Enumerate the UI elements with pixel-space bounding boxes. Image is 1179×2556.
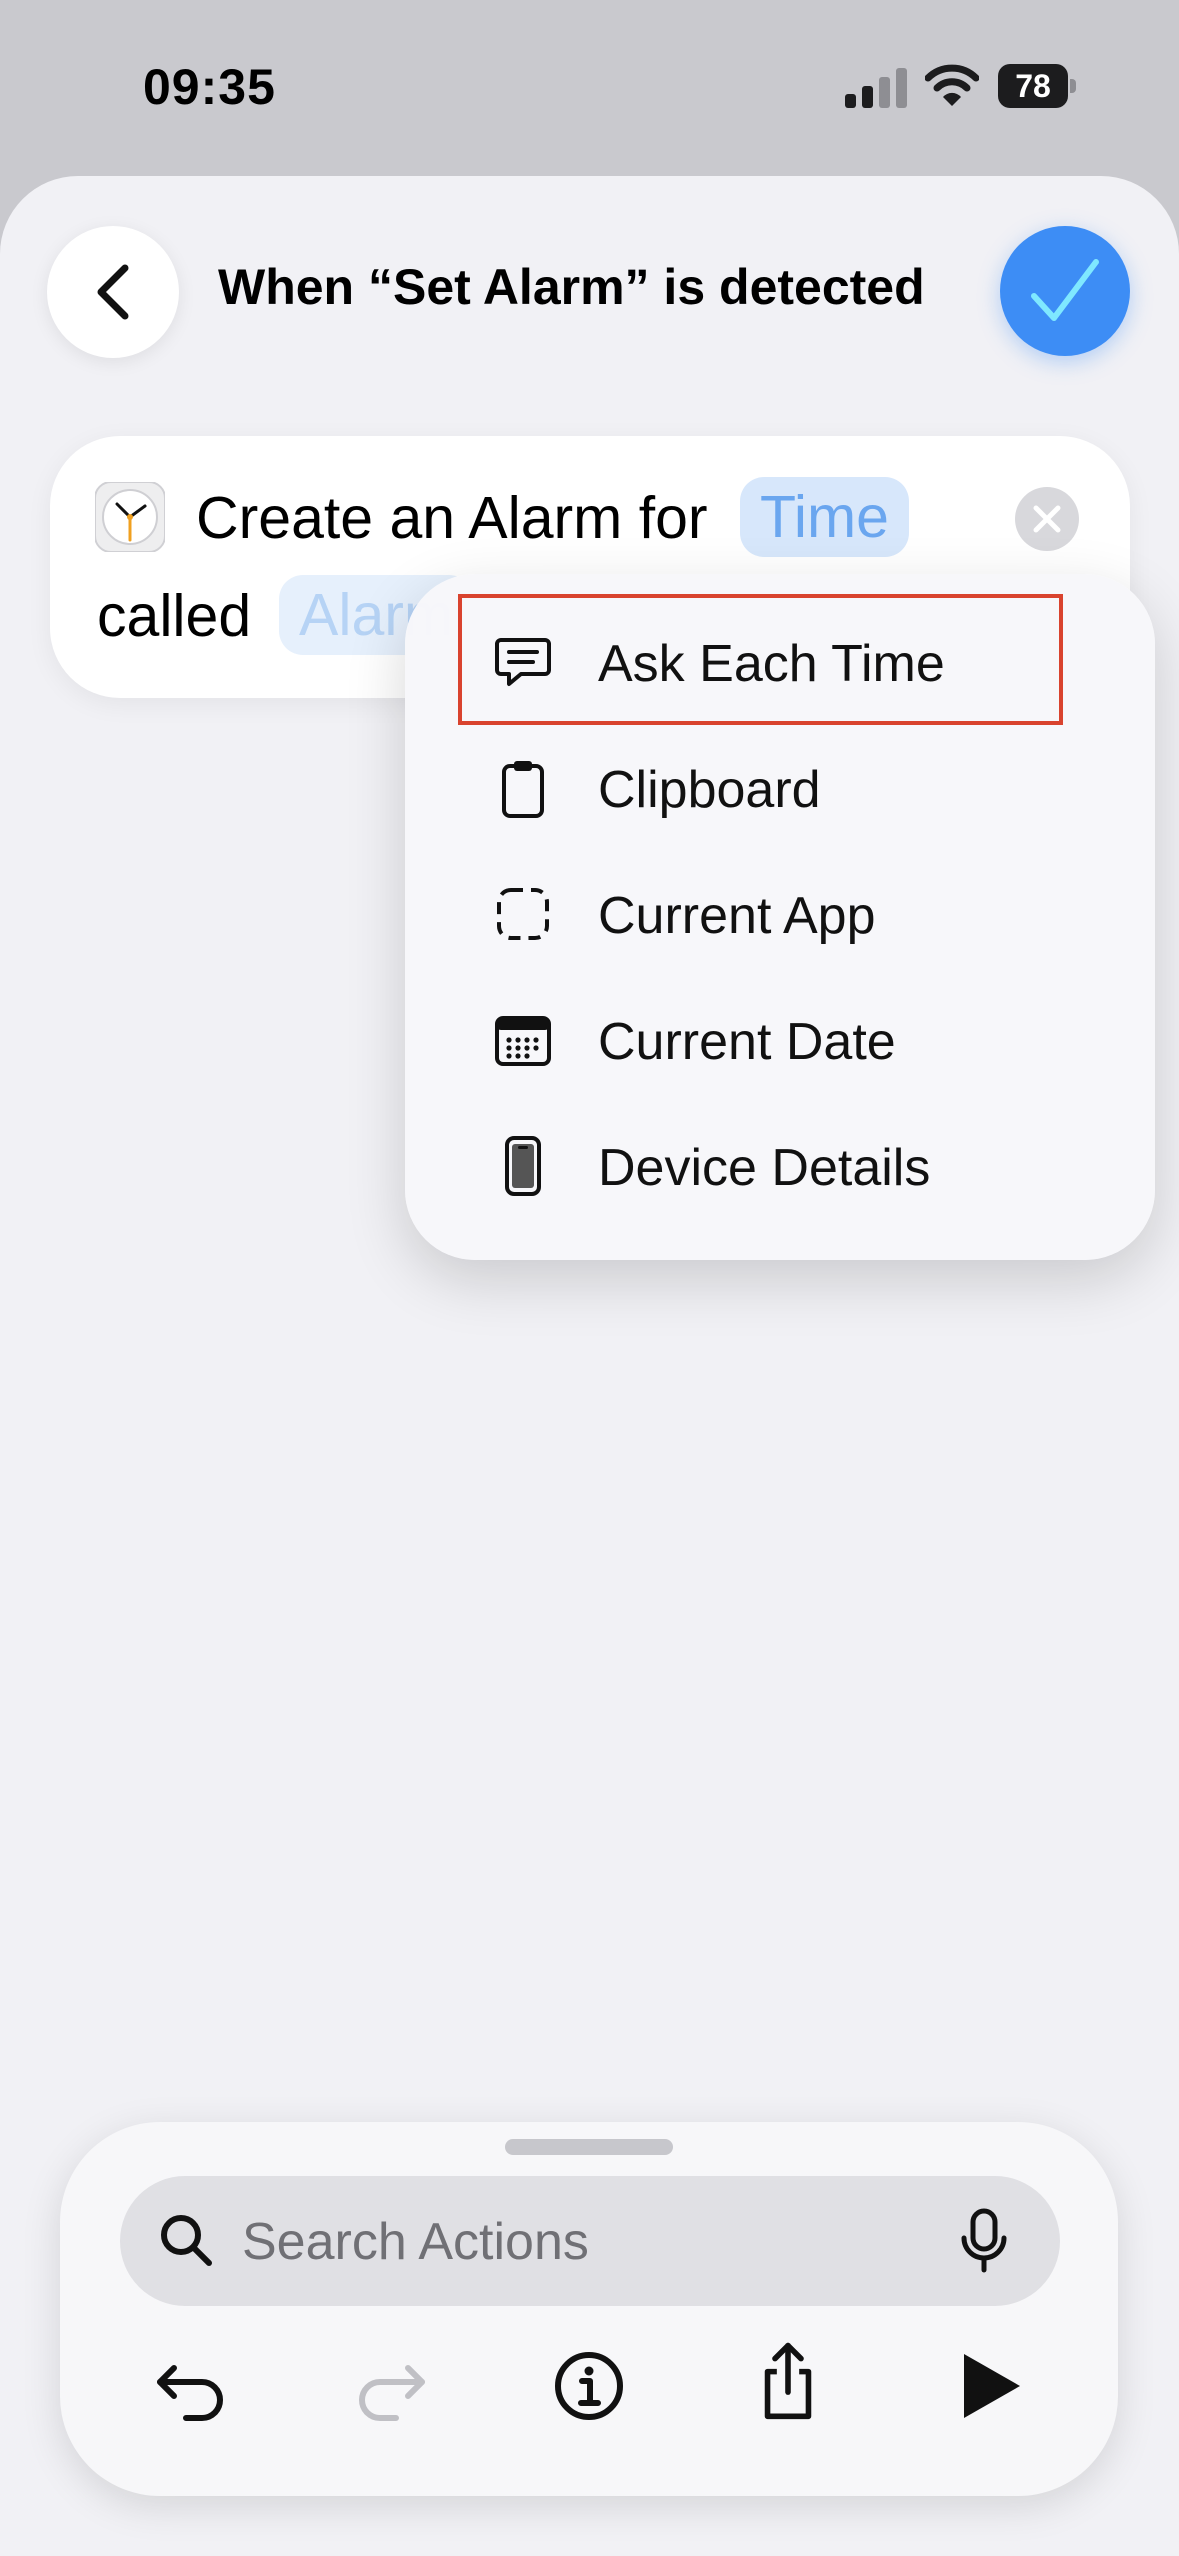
back-button[interactable] [47, 226, 179, 358]
redo-icon[interactable] [350, 2346, 430, 2426]
menu-item-label: Current Date [598, 1013, 896, 1071]
microphone-icon[interactable] [960, 2208, 1008, 2274]
highlight-annotation [458, 594, 1063, 725]
iphone-icon [505, 1136, 541, 1196]
calendar-icon [495, 1016, 551, 1066]
search-input[interactable] [240, 2186, 944, 2298]
clear-button[interactable] [1015, 487, 1079, 551]
time-token[interactable]: Time [740, 477, 909, 557]
info-icon[interactable] [549, 2346, 629, 2426]
menu-item-label: Current App [598, 887, 876, 945]
clipboard-icon [502, 761, 544, 818]
play-icon[interactable] [950, 2346, 1030, 2426]
menu-item-label: Device Details [598, 1139, 931, 1197]
dashed-square-icon [497, 888, 549, 940]
checkmark-icon [1031, 259, 1099, 321]
xmark-icon [1033, 505, 1061, 533]
menu-item-device-details[interactable]: Device Details [405, 1102, 1155, 1228]
status-time: 09:35 [143, 59, 276, 115]
action-text-called: called [97, 583, 252, 649]
menu-item-label: Clipboard [598, 761, 821, 819]
menu-item-current-date[interactable]: Current Date [405, 976, 1155, 1102]
wifi-icon [925, 64, 979, 106]
clock-app-icon [95, 482, 165, 552]
search-icon [161, 2215, 212, 2266]
cellular-signal-icon [845, 68, 907, 108]
chevron-left-icon [97, 264, 129, 320]
done-button[interactable] [1000, 226, 1130, 356]
undo-icon[interactable] [152, 2346, 232, 2426]
menu-item-current-app[interactable]: Current App [405, 850, 1155, 976]
grabber-handle[interactable] [505, 2139, 673, 2155]
action-text-create: Create an Alarm for [196, 485, 708, 551]
share-icon[interactable] [748, 2340, 828, 2420]
battery-icon: 78 [998, 64, 1076, 108]
battery-level: 78 [998, 64, 1068, 108]
page-title: When “Set Alarm” is detected [218, 259, 925, 315]
menu-item-clipboard[interactable]: Clipboard [405, 724, 1155, 850]
